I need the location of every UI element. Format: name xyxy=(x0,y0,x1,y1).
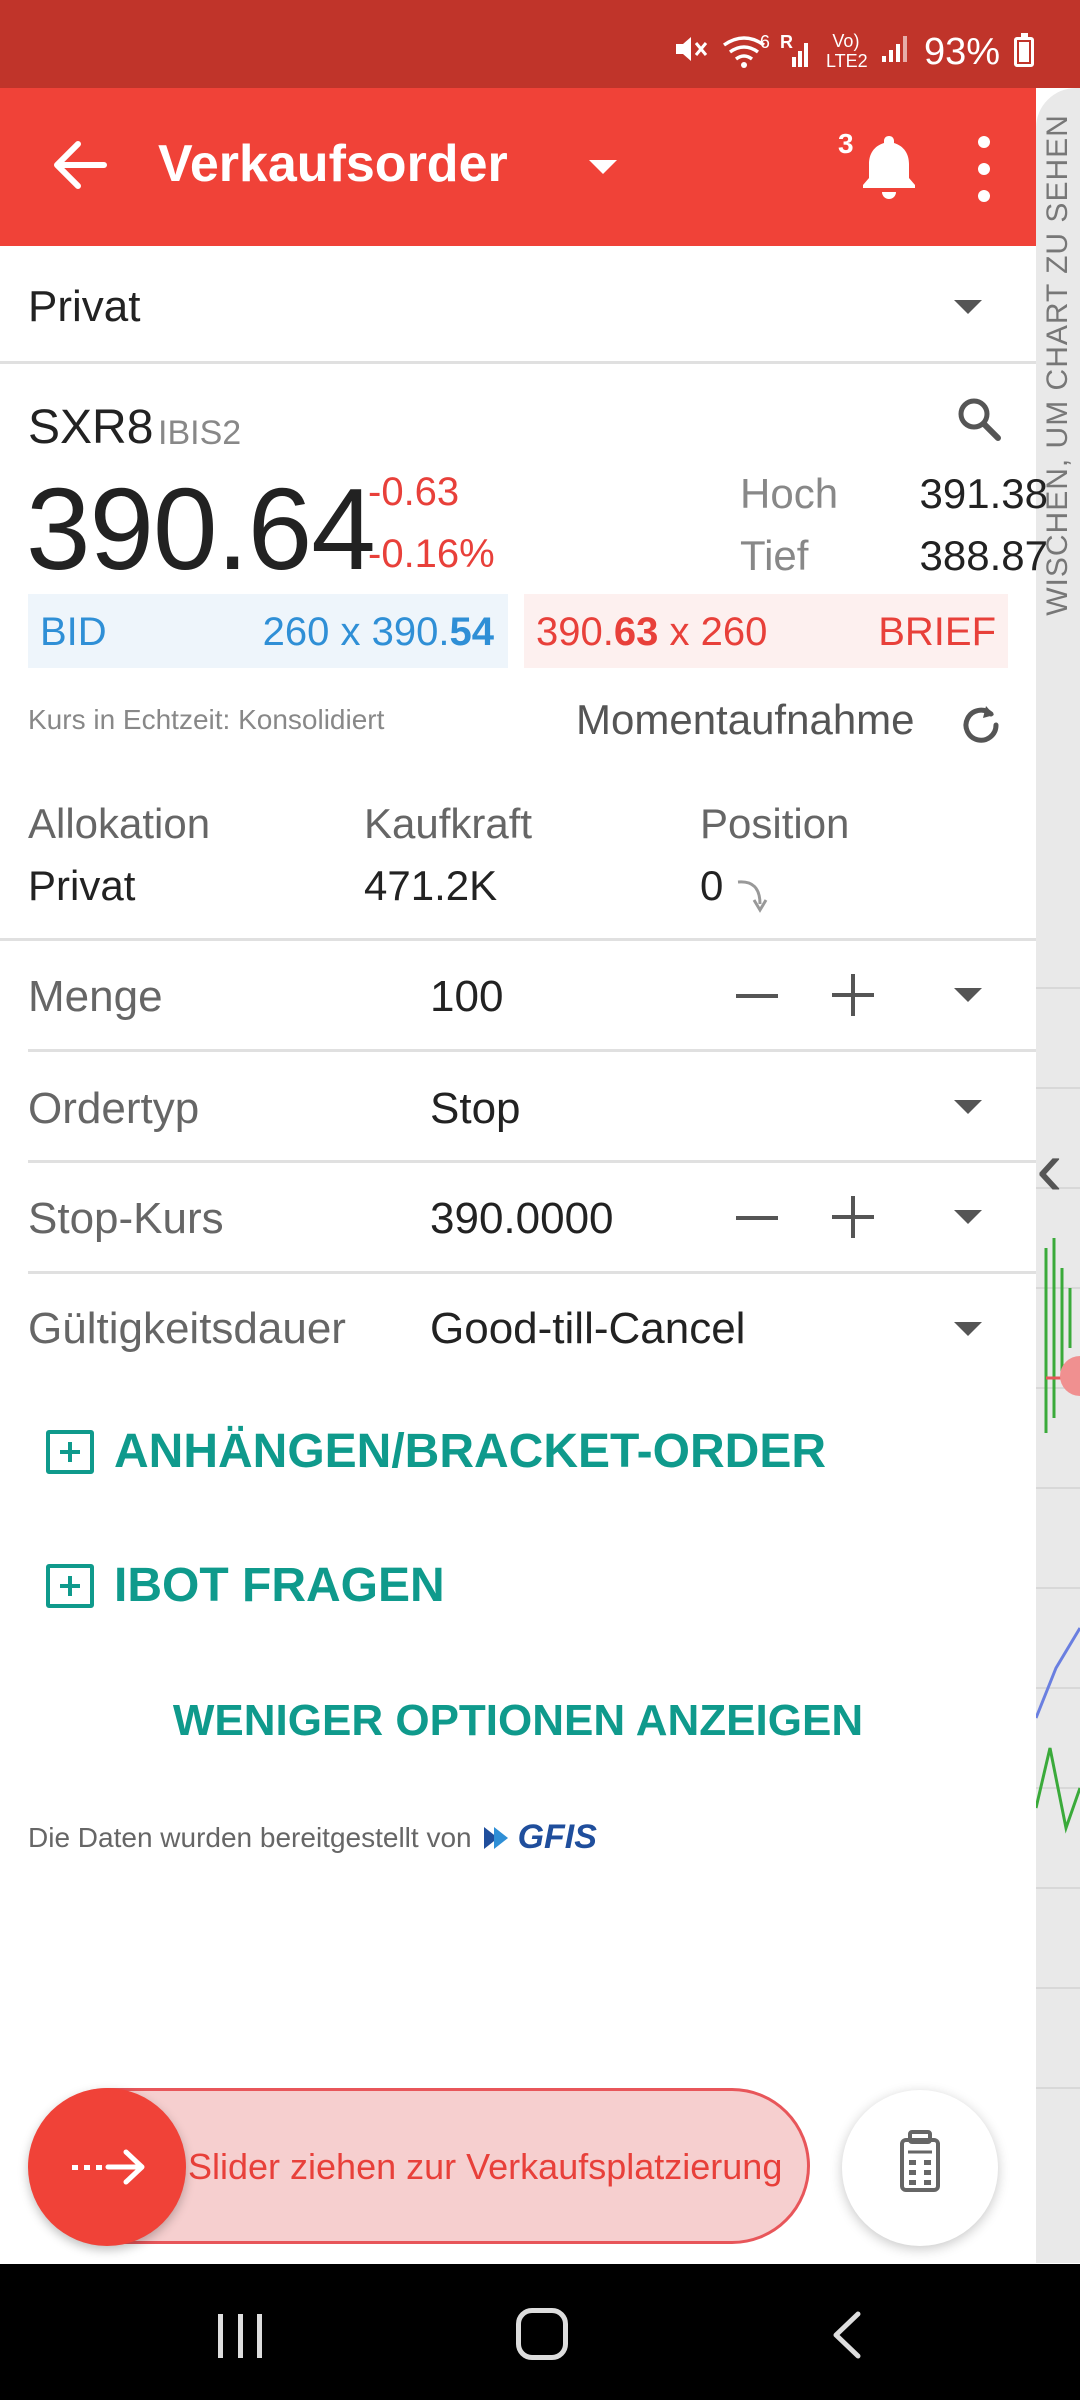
slide-to-submit-label: Slider ziehen zur Verkaufsplatzierung xyxy=(188,2146,783,2187)
home-icon[interactable] xyxy=(516,2308,568,2360)
slide-to-submit-knob[interactable] xyxy=(28,2088,186,2246)
status-icons: 6 R Vo) LTE2 93% xyxy=(672,30,1034,74)
status-bar: 6 R Vo) LTE2 93% xyxy=(0,0,1080,88)
recent-apps-icon[interactable] xyxy=(218,2314,262,2358)
battery-icon xyxy=(1014,33,1034,67)
symbol: SXR8 xyxy=(28,401,154,454)
bell-icon[interactable] xyxy=(858,130,920,202)
app-bar: Verkaufsorder 3 xyxy=(0,88,1036,246)
fewer-options-button[interactable]: WENIGER OPTIONEN ANZEIGEN xyxy=(0,1696,1036,1746)
order-type-select[interactable]: Stop xyxy=(430,1084,521,1134)
volte-label: Vo) LTE2 xyxy=(825,31,868,71)
stop-price-dropdown-caret-icon[interactable] xyxy=(954,1210,982,1224)
price-change: -0.63 xyxy=(368,470,460,514)
stop-price-increment-button[interactable] xyxy=(832,1196,874,1238)
high-value: 391.38 xyxy=(919,470,1048,517)
credit-text: Die Daten wurden bereitgestellt von xyxy=(28,1821,472,1853)
quantity-increment-button[interactable] xyxy=(832,974,874,1016)
low-value: 388.87 xyxy=(919,532,1048,579)
add-box-icon xyxy=(46,1563,94,1608)
notification-count: 3 xyxy=(838,128,854,159)
back-icon[interactable] xyxy=(826,2310,870,2360)
gfis-logo: GFIS xyxy=(482,1818,597,1857)
calculator-icon xyxy=(900,2130,940,2192)
last-price: 390.64 xyxy=(26,464,376,594)
quantity-decrement-button[interactable] xyxy=(736,994,778,998)
position-arrow-icon[interactable] xyxy=(736,874,772,914)
bid-size-separator: x xyxy=(340,610,361,654)
quantity-input[interactable]: 100 xyxy=(430,972,503,1022)
quantity-dropdown-caret-icon[interactable] xyxy=(954,988,982,1002)
data-provider-credit: Die Daten wurden bereitgestellt von GFIS xyxy=(28,1818,597,1857)
bid-size: 260 xyxy=(262,610,330,654)
gfis-logo-text: GFIS xyxy=(517,1818,597,1856)
chevron-left-icon[interactable]: ‹ xyxy=(1036,1128,1063,1208)
allocation-value: Privat xyxy=(28,862,136,909)
ask-size-separator: x xyxy=(669,610,690,654)
time-in-force-label: Gültigkeitsdauer xyxy=(28,1304,346,1353)
ask-ibot-label: IBOT FRAGEN xyxy=(114,1559,445,1612)
ask-label: BRIEF xyxy=(878,610,996,654)
dashed-arrow-right-icon xyxy=(72,2149,145,2185)
wifi-icon: 6 xyxy=(722,33,770,69)
account-selector[interactable]: Privat xyxy=(0,246,1036,364)
stop-price-decrement-button[interactable] xyxy=(736,1216,778,1220)
exchange: IBIS2 xyxy=(158,414,242,452)
ask-price-bold: 63 xyxy=(613,610,659,654)
bid-value: 260 x 390.54 xyxy=(263,610,494,655)
refresh-icon[interactable] xyxy=(956,700,1006,750)
divider xyxy=(28,1049,1036,1052)
attach-bracket-order-button[interactable]: ANHÄNGEN/BRACKET-ORDER xyxy=(46,1424,826,1479)
add-box-icon xyxy=(46,1429,94,1474)
account-selector-value: Privat xyxy=(28,282,141,331)
page-title[interactable]: Verkaufsorder xyxy=(158,134,508,194)
search-icon[interactable] xyxy=(954,394,1004,444)
realtime-note: Kurs in Echtzeit: Konsolidiert xyxy=(28,704,385,735)
arrow-left-icon[interactable] xyxy=(46,132,112,198)
caret-down-icon xyxy=(954,300,982,314)
buying-power-value: 471.2K xyxy=(364,862,498,909)
ask-ibot-button[interactable]: IBOT FRAGEN xyxy=(46,1558,445,1613)
signal-icon-1: R xyxy=(780,33,812,69)
price-change-percent: -0.16% xyxy=(368,532,495,576)
mute-icon xyxy=(672,31,708,73)
gfis-logo-mark xyxy=(483,1826,508,1849)
order-type-label: Ordertyp xyxy=(28,1084,200,1133)
low-label: Tief xyxy=(740,532,809,579)
divider xyxy=(0,938,1036,941)
order-type-caret-icon[interactable] xyxy=(954,1100,982,1114)
divider xyxy=(28,1271,1036,1274)
more-vert-icon[interactable] xyxy=(972,136,996,202)
position-label: Position xyxy=(700,800,850,847)
time-in-force-select[interactable]: Good-till-Cancel xyxy=(430,1304,745,1354)
battery-percent: 93% xyxy=(923,30,1000,73)
wifi-label: 6 xyxy=(759,32,770,52)
quantity-label: Menge xyxy=(28,972,163,1021)
system-nav-bar xyxy=(0,2264,1080,2400)
time-in-force-caret-icon[interactable] xyxy=(954,1322,982,1336)
ask-price-prefix: 390. xyxy=(536,610,614,654)
high-label: Hoch xyxy=(740,470,839,517)
bid-label: BID xyxy=(40,610,107,654)
bid-price-prefix: 390. xyxy=(371,610,450,654)
stop-price-input[interactable]: 390.0000 xyxy=(430,1194,614,1244)
bid-price-bold: 54 xyxy=(449,610,495,654)
ask-size: 260 xyxy=(700,610,768,654)
chart-swipe-panel[interactable]: WISCHEN, UM CHART ZU SEHEN ‹ xyxy=(1036,88,1080,2263)
buying-power-label: Kaufkraft xyxy=(364,800,533,847)
ask-quote[interactable]: 390.63 x 260 BRIEF xyxy=(524,594,1008,668)
snapshot-button[interactable]: Momentaufnahme xyxy=(576,696,915,744)
position-value: 0 xyxy=(700,862,724,909)
bid-quote[interactable]: BID 260 x 390.54 xyxy=(28,594,508,668)
order-preview-button[interactable] xyxy=(842,2090,998,2246)
ask-value: 390.63 x 260 xyxy=(536,610,767,655)
allocation-label: Allokation xyxy=(28,800,211,847)
attach-bracket-order-label: ANHÄNGEN/BRACKET-ORDER xyxy=(114,1425,827,1478)
stop-price-label: Stop-Kurs xyxy=(28,1194,224,1243)
signal-icon-2 xyxy=(880,30,910,74)
divider xyxy=(28,1160,1036,1163)
caret-down-icon[interactable] xyxy=(589,160,617,174)
